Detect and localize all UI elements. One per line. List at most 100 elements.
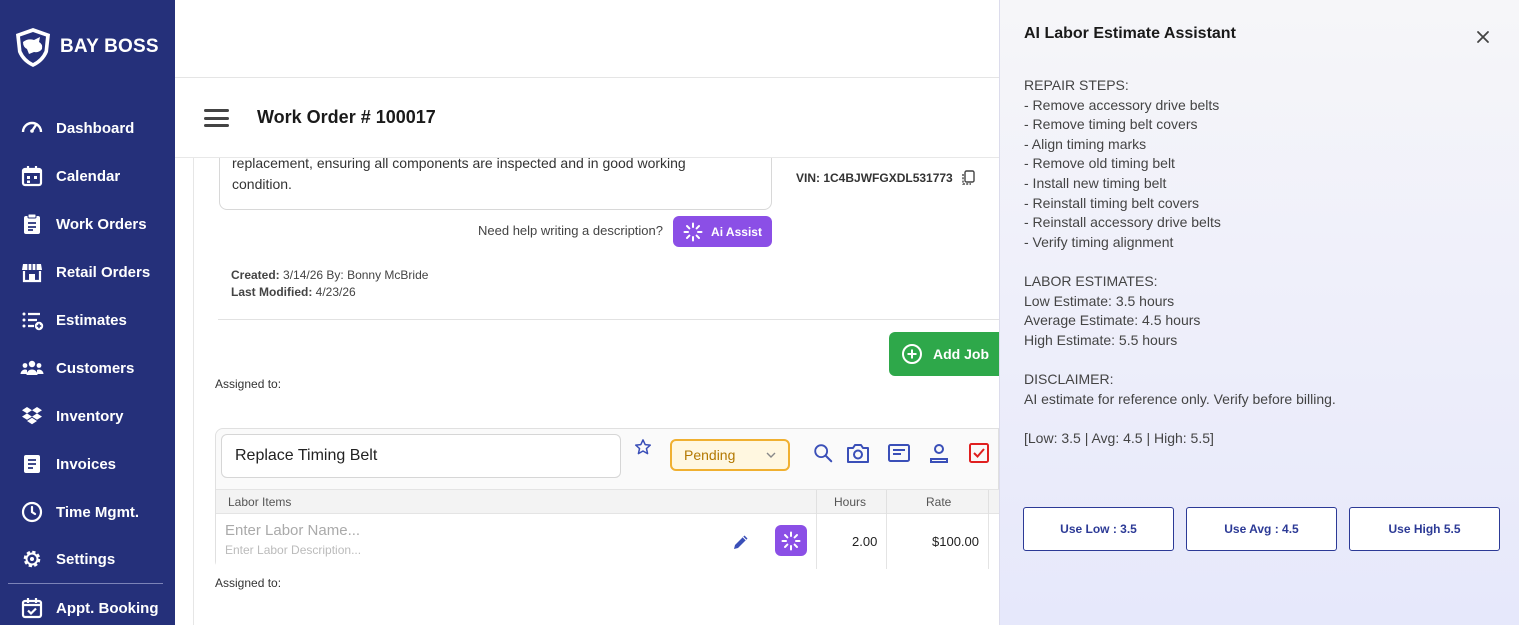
use-high-button[interactable]: Use High 5.5: [1349, 507, 1500, 551]
sidebar-item-work-orders[interactable]: Work Orders: [20, 212, 147, 236]
sidebar-item-appt-booking[interactable]: Appt. Booking: [20, 596, 158, 620]
ai-estimate-line: Low Estimate: 3.5 hours: [1024, 292, 1175, 309]
assigned-to-label: Assigned to:: [215, 377, 282, 391]
hamburger-menu-icon[interactable]: [204, 109, 229, 127]
rhino-shield-icon: [16, 28, 50, 67]
assigned-to-label: Assigned to:: [215, 576, 282, 590]
assign-person-icon[interactable]: [928, 442, 950, 464]
work-order-meta: Created: 3/14/26 By: Bonny McBride Last …: [231, 267, 428, 301]
brand-name: BAY BOSS: [60, 36, 159, 57]
sidebar-item-label: Invoices: [56, 455, 117, 473]
ai-estimate-text: REPAIR STEPS: - Remove accessory drive be…: [1024, 76, 1336, 448]
sidebar-item-retail-orders[interactable]: Retail Orders: [20, 260, 150, 284]
ai-estimate-line: [1024, 252, 1336, 272]
sidebar: BAY BOSS Dashboard Calendar Work Orders …: [0, 0, 175, 625]
created-label: Created:: [231, 268, 280, 282]
users-icon: [20, 360, 44, 375]
sparkle-loader-icon: [683, 222, 703, 241]
sidebar-item-inventory[interactable]: Inventory: [20, 404, 124, 428]
add-job-button[interactable]: Add Job: [889, 332, 999, 376]
ai-assist-button[interactable]: Ai Assist: [673, 216, 772, 247]
labor-description-input[interactable]: Enter Labor Description...: [225, 543, 361, 557]
copy-icon[interactable]: [961, 170, 975, 186]
dashboard-gauge-icon: [21, 121, 43, 133]
star-icon[interactable]: [634, 438, 652, 456]
sidebar-item-settings[interactable]: Settings: [20, 547, 115, 571]
calendar-check-icon: [21, 598, 43, 619]
labor-name-input[interactable]: Enter Labor Name...: [225, 522, 360, 539]
ai-assist-label: Ai Assist: [711, 224, 762, 239]
ai-estimate-line: - Install new timing belt: [1024, 174, 1167, 191]
sidebar-item-label: Appt. Booking: [56, 599, 159, 617]
sidebar-item-label: Calendar: [56, 167, 121, 185]
column-header-hours: Hours: [834, 495, 867, 509]
vin-display: VIN: 1C4BJWFGXDL531773: [796, 170, 975, 186]
top-bar: [175, 0, 999, 78]
close-icon[interactable]: [1476, 30, 1490, 44]
modified-value: 4/23/26: [315, 285, 356, 299]
sidebar-item-calendar[interactable]: Calendar: [20, 164, 120, 188]
brand-logo[interactable]: BAY BOSS: [12, 26, 159, 68]
search-icon[interactable]: [812, 442, 834, 464]
chevron-down-icon: [766, 452, 776, 458]
labor-item-row: Enter Labor Name... Enter Labor Descript…: [216, 514, 999, 569]
ai-estimate-line: - Remove accessory drive belts: [1024, 96, 1220, 113]
ai-estimate-button[interactable]: [775, 525, 807, 556]
gear-icon: [23, 550, 41, 568]
sparkle-loader-icon: [781, 531, 801, 550]
checkbox-complete-icon[interactable]: [968, 442, 990, 464]
pencil-edit-icon[interactable]: [732, 533, 750, 551]
description-text-line: condition.: [232, 176, 292, 192]
sidebar-divider: [8, 583, 163, 584]
ai-estimate-line: - Remove timing belt covers: [1024, 116, 1198, 133]
labor-hours-value[interactable]: 2.00: [852, 534, 877, 549]
job-card: Replace Timing Belt Pending Labor Items …: [215, 428, 999, 569]
sidebar-item-estimates[interactable]: Estimates: [20, 308, 127, 332]
job-name-input[interactable]: Replace Timing Belt: [221, 434, 621, 478]
page-title: Work Order # 100017: [257, 107, 436, 127]
dropbox-icon: [22, 407, 42, 425]
ai-estimate-line: LABOR ESTIMATES:: [1024, 272, 1158, 289]
panel-title: AI Labor Estimate Assistant: [1024, 25, 1236, 42]
ai-estimate-line: AI estimate for reference only. Verify b…: [1024, 390, 1336, 407]
store-icon: [22, 264, 42, 283]
add-job-label: Add Job: [933, 346, 989, 362]
sidebar-item-time-mgmt[interactable]: Time Mgmt.: [20, 500, 139, 524]
ai-estimate-line: High Estimate: 5.5 hours: [1024, 331, 1178, 348]
sidebar-item-invoices[interactable]: Invoices: [20, 452, 116, 476]
labor-rate-value[interactable]: $100.00: [932, 534, 979, 549]
sidebar-item-label: Work Orders: [56, 215, 147, 233]
ai-estimate-line: - Reinstall timing belt covers: [1024, 194, 1200, 211]
camera-icon[interactable]: [846, 442, 870, 464]
clock-icon: [21, 501, 43, 523]
ai-estimate-line: DISCLAIMER:: [1024, 370, 1114, 387]
description-field[interactable]: replacement, ensuring all components are…: [219, 158, 772, 210]
sidebar-item-label: Estimates: [56, 311, 127, 329]
status-value: Pending: [684, 447, 736, 463]
use-low-button[interactable]: Use Low : 3.5: [1023, 507, 1174, 551]
document-icon: [24, 455, 40, 473]
ai-estimate-line: [Low: 3.5 | Avg: 4.5 | High: 5.5]: [1024, 429, 1214, 446]
ai-estimate-line: - Reinstall accessory drive belts: [1024, 214, 1221, 231]
created-value: 3/14/26 By: Bonny McBride: [283, 268, 429, 282]
vin-value: 1C4BJWFGXDL531773: [823, 171, 953, 185]
plus-circle-icon: [902, 344, 922, 364]
ai-estimate-line: - Remove old timing belt: [1024, 155, 1175, 172]
ai-estimate-line: [1024, 350, 1336, 370]
ai-estimate-line: - Verify timing alignment: [1024, 233, 1174, 250]
sidebar-item-dashboard[interactable]: Dashboard: [20, 116, 134, 140]
ai-estimate-line: [1024, 409, 1336, 429]
ai-help-prompt: Need help writing a description?: [478, 223, 663, 238]
sidebar-item-label: Dashboard: [56, 119, 135, 137]
sidebar-item-customers[interactable]: Customers: [20, 356, 134, 380]
use-avg-button[interactable]: Use Avg : 4.5: [1186, 507, 1337, 551]
notes-card-icon[interactable]: [887, 442, 911, 464]
work-order-main: replacement, ensuring all components are…: [175, 158, 999, 625]
modified-label: Last Modified:: [231, 285, 313, 299]
calendar-icon: [21, 166, 43, 187]
status-select[interactable]: Pending: [670, 439, 790, 471]
ai-labor-estimate-panel: AI Labor Estimate Assistant REPAIR STEPS…: [999, 0, 1519, 625]
ai-estimate-line: Average Estimate: 4.5 hours: [1024, 312, 1201, 329]
sidebar-item-label: Customers: [56, 359, 135, 377]
list-add-icon: [22, 312, 44, 331]
